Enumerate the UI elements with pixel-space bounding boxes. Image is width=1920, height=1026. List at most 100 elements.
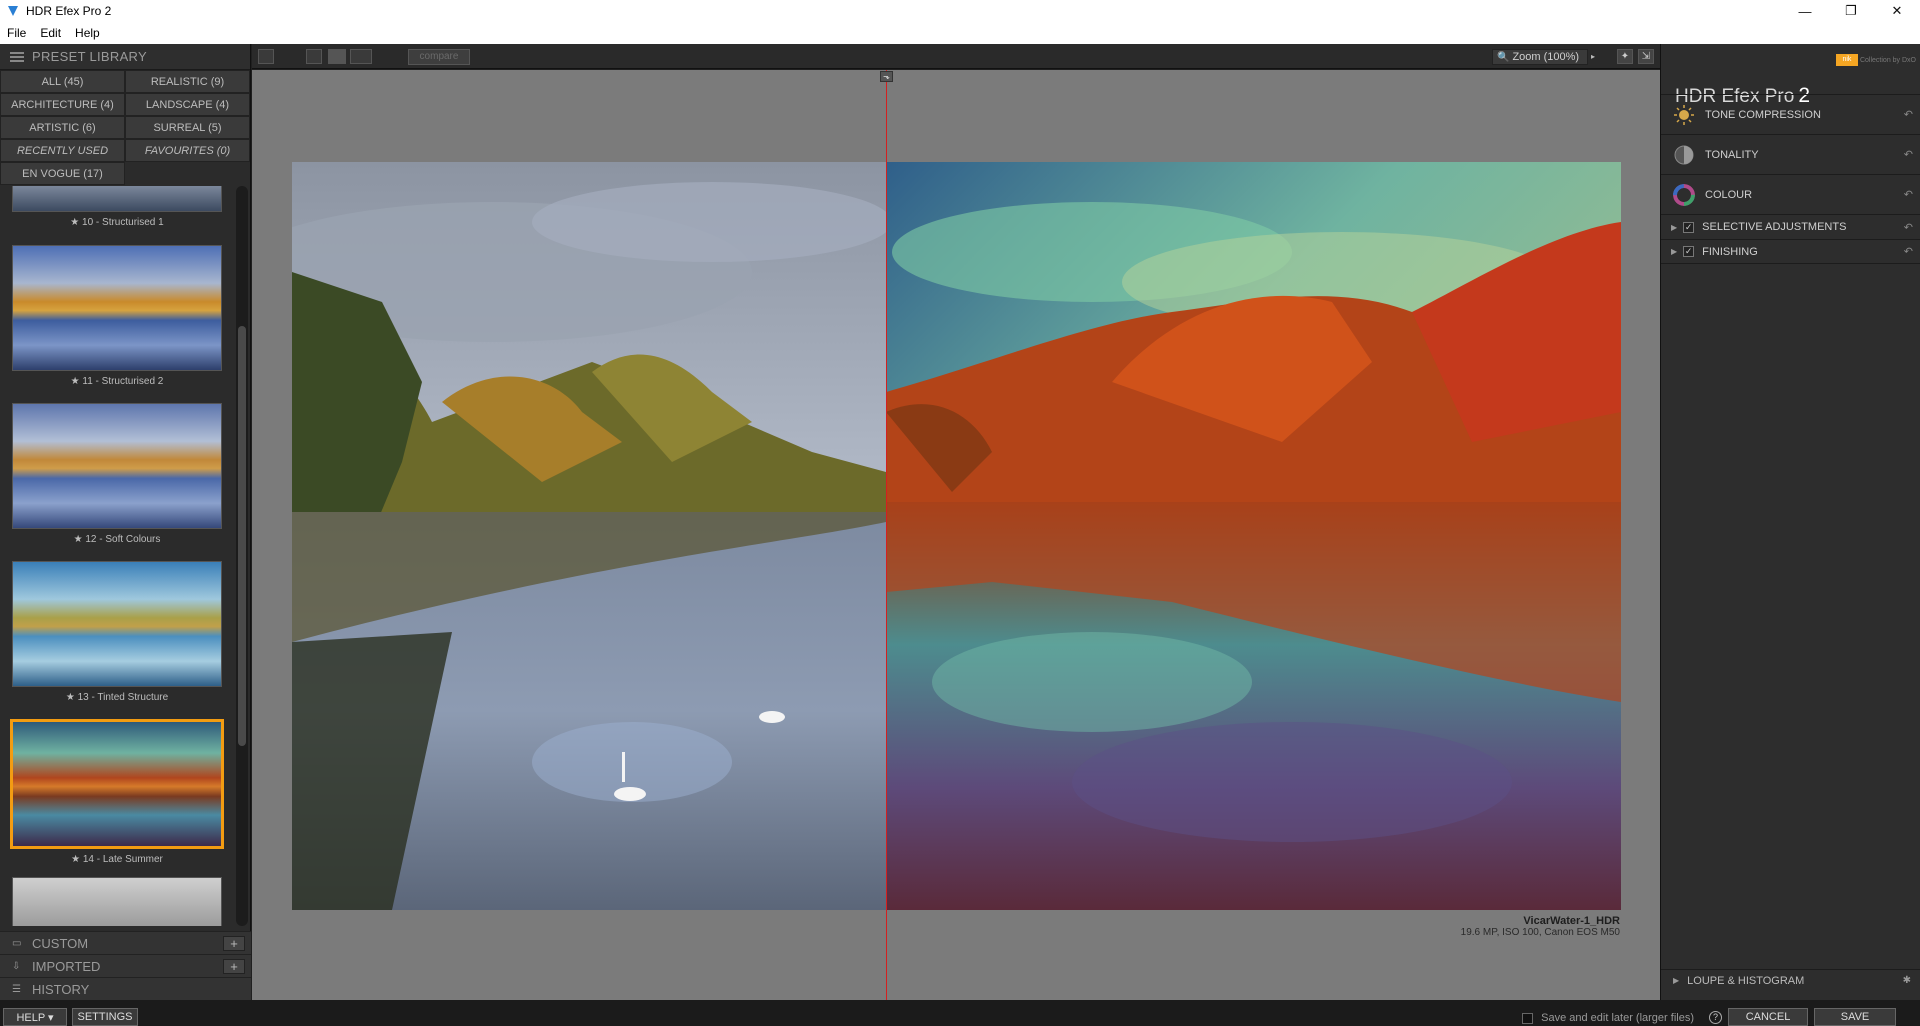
add-custom-button[interactable]: + <box>223 936 245 951</box>
category-surreal[interactable]: SURREAL (5) <box>125 116 250 139</box>
split-view-button[interactable] <box>328 49 346 64</box>
preview-image <box>292 162 1621 910</box>
preset-item[interactable]: ★ 12 - Soft Colours <box>12 403 222 545</box>
lightbulb-icon[interactable]: ✦ <box>1617 49 1633 64</box>
restore-button[interactable]: ❐ <box>1828 0 1874 22</box>
colour-section[interactable]: COLOUR ↶ <box>1661 174 1920 214</box>
minimize-button[interactable]: — <box>1782 0 1828 22</box>
pin-icon[interactable]: ✱ <box>1903 975 1911 986</box>
menu-file[interactable]: File <box>0 26 33 40</box>
chevron-right-icon: ▶ <box>1673 976 1680 985</box>
menu-bar: File Edit Help <box>0 22 1920 44</box>
category-realistic[interactable]: REALISTIC (9) <box>125 70 250 93</box>
preset-library-panel: PRESET LIBRARY ALL (45) REALISTIC (9) AR… <box>0 44 251 1000</box>
tonality-section[interactable]: TONALITY ↶ <box>1661 134 1920 174</box>
selective-adjustments-label: SELECTIVE ADJUSTMENTS <box>1702 221 1847 233</box>
preset-item[interactable]: ★ 10 - Structurised 1 <box>12 186 222 228</box>
preset-label: ★ 13 - Tinted Structure <box>65 692 169 703</box>
scrollbar-thumb[interactable] <box>238 326 246 746</box>
side-by-side-view-button[interactable] <box>350 49 372 64</box>
reset-icon[interactable]: ↶ <box>1904 148 1913 161</box>
save-later-checkbox[interactable] <box>1522 1012 1534 1024</box>
brand-logo-icon: nik <box>1835 54 1858 66</box>
split-divider-line[interactable] <box>886 70 887 1000</box>
single-view-button[interactable] <box>306 49 322 64</box>
category-en-vogue[interactable]: EN VOGUE (17) <box>0 162 125 185</box>
nik-collection-logo: nik Collection by DxO <box>1835 54 1916 66</box>
preset-item[interactable]: ★ 13 - Tinted Structure <box>12 561 222 703</box>
preset-thumbnail-list: ★ 10 - Structurised 1 ★ 11 - Structurise… <box>0 186 235 926</box>
add-imported-button[interactable]: + <box>223 959 245 974</box>
chevron-right-icon: ▶ <box>1671 247 1678 256</box>
split-handle-icon[interactable]: ⬎ <box>880 71 893 82</box>
compare-button[interactable]: compare <box>408 49 470 65</box>
preset-label: ★ 12 - Soft Colours <box>73 534 161 545</box>
preset-thumbnail <box>12 186 222 212</box>
preset-library-title: PRESET LIBRARY <box>32 49 147 64</box>
save-later-option[interactable]: Save and edit later (larger files) <box>1522 1012 1694 1024</box>
history-section-label: HISTORY <box>32 981 90 997</box>
preset-item[interactable]: ★ 11 - Structurised 2 <box>12 245 222 387</box>
reset-icon[interactable]: ↶ <box>1904 188 1913 201</box>
reset-icon[interactable]: ↶ <box>1904 245 1913 258</box>
category-landscape[interactable]: LANDSCAPE (4) <box>125 93 250 116</box>
tone-compression-section[interactable]: TONE COMPRESSION ↶ <box>1661 94 1920 134</box>
finishing-section[interactable]: ▶ ✓ FINISHING ↶ <box>1661 239 1920 264</box>
menu-edit[interactable]: Edit <box>33 26 68 40</box>
preset-thumbnail <box>12 245 222 371</box>
tonality-icon <box>1674 145 1694 164</box>
sun-icon <box>1674 104 1694 125</box>
category-recently-used[interactable]: RECENTLY USED <box>0 139 125 162</box>
loupe-histogram-section[interactable]: ▶ LOUPE & HISTOGRAM ✱ <box>1661 969 1920 991</box>
preset-thumbnail <box>10 719 224 849</box>
custom-section-label: CUSTOM <box>32 935 89 951</box>
image-metadata: 19.6 MP, ISO 100, Canon EOS M50 <box>1460 927 1620 938</box>
imported-section-label: IMPORTED <box>32 958 101 974</box>
preset-item-selected[interactable]: ★ 14 - Late Summer <box>10 719 224 865</box>
bottom-bar: HELP ▾ SETTINGS Save and edit later (lar… <box>0 1000 1920 1026</box>
category-artistic[interactable]: ARTISTIC (6) <box>0 116 125 139</box>
import-icon: ⇩ <box>12 960 21 972</box>
reset-icon[interactable]: ↶ <box>1904 108 1913 121</box>
settings-button[interactable]: SETTINGS <box>72 1008 138 1026</box>
reset-icon[interactable]: ↶ <box>1904 221 1913 234</box>
chevron-right-icon: ▸ <box>1590 52 1595 61</box>
category-architecture[interactable]: ARCHITECTURE (4) <box>0 93 125 116</box>
zoom-dropdown[interactable]: 🔍 Zoom (100%) ▸ <box>1492 49 1595 65</box>
close-button[interactable]: ✕ <box>1874 0 1920 22</box>
preset-list-scrollbar[interactable] <box>236 186 248 926</box>
help-button[interactable]: HELP ▾ <box>3 1008 67 1026</box>
category-favourites[interactable]: FAVOURITES (0) <box>125 139 250 162</box>
help-question-icon[interactable]: ? <box>1709 1011 1722 1024</box>
cancel-button[interactable]: CANCEL <box>1728 1008 1808 1026</box>
preset-thumbnail <box>12 403 222 529</box>
image-canvas[interactable]: ⬎ VicarWater-1_HDR 19.6 MP, ISO 100, Can… <box>252 70 1660 1000</box>
chevron-right-icon: ▶ <box>1671 222 1678 232</box>
tone-compression-label: TONE COMPRESSION <box>1705 108 1821 121</box>
colour-label: COLOUR <box>1705 188 1753 201</box>
history-section[interactable]: ☰ HISTORY <box>0 977 251 1000</box>
category-filters: ALL (45) REALISTIC (9) ARCHITECTURE (4) … <box>0 70 250 185</box>
landscape-photo <box>292 162 1621 910</box>
loupe-histogram-label: LOUPE & HISTOGRAM <box>1687 974 1805 987</box>
window-title: HDR Efex Pro 2 <box>26 4 112 18</box>
category-all[interactable]: ALL (45) <box>0 70 125 93</box>
fullscreen-icon[interactable]: ⇲ <box>1638 49 1654 64</box>
custom-section[interactable]: ▭ CUSTOM + <box>0 931 251 954</box>
app-icon <box>8 6 18 16</box>
preset-item[interactable] <box>12 877 222 926</box>
selective-adjustments-checkbox[interactable]: ✓ <box>1683 221 1695 233</box>
finishing-label: FINISHING <box>1702 245 1758 258</box>
colour-wheel-icon <box>1673 183 1695 206</box>
menu-help[interactable]: Help <box>68 26 107 40</box>
preset-label: ★ 14 - Late Summer <box>71 854 163 865</box>
imported-section[interactable]: ⇩ IMPORTED + <box>0 954 251 977</box>
selective-adjustments-section[interactable]: ▶ ✓ SELECTIVE ADJUSTMENTS ↶ <box>1661 214 1920 239</box>
save-button[interactable]: SAVE <box>1814 1008 1896 1026</box>
browser-toggle-button[interactable] <box>258 49 274 64</box>
preset-library-header[interactable]: PRESET LIBRARY <box>0 44 250 70</box>
preset-thumbnail <box>12 877 222 926</box>
folder-icon: ▭ <box>12 937 22 949</box>
window-controls: — ❐ ✕ <box>1782 0 1920 22</box>
finishing-checkbox[interactable]: ✓ <box>1683 246 1695 257</box>
